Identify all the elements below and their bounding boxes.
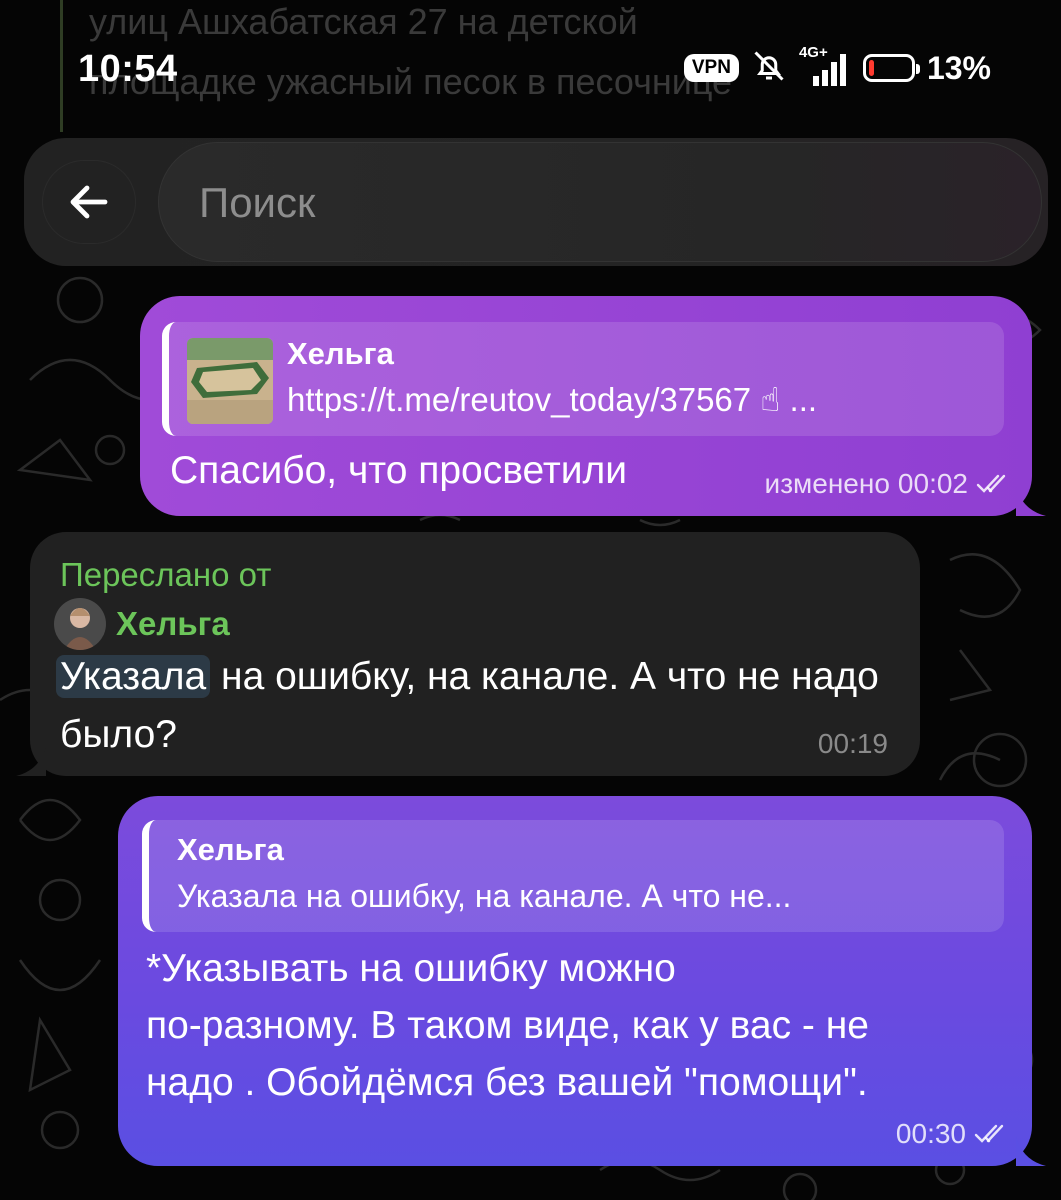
message-line: *Указывать на ошибку можно [146,947,676,990]
reply-author: Хельга [177,832,284,867]
message-time: 00:30 [895,1118,966,1149]
reply-quote[interactable]: Хельга https://t.me/reutov_today/37567 ☝… [162,322,1004,436]
reply-quote[interactable]: Хельга Указала на ошибку, на канале. А ч… [142,820,1004,932]
signal-icon: 4G+ [799,44,851,88]
message-meta: изменено 00:02 [765,468,1012,500]
message-time: 00:19 [817,728,888,759]
reply-text: https://t.me/reutov_today/37567 ☝ ... [287,381,818,418]
message-time: 00:02 [897,468,968,499]
chat-search-bar [24,138,1048,266]
vpn-icon: VPN [683,54,739,82]
message-line: по-разному. В таком виде, как у вас - не [146,1004,869,1047]
incoming-message-bubble[interactable]: Переслано от Хельга Указала на ошибку, н… [16,532,920,776]
status-icons: VPN 4G+ 13% [683,44,991,89]
edited-label: изменено [764,468,890,499]
search-input[interactable] [199,173,959,233]
bell-muted-icon [751,48,787,89]
arrow-left-icon [70,185,108,219]
status-bar: 10:54 VPN 4G+ 13% [0,0,1061,130]
message-line: надо . Обойдёмся без вашей "помощи". [146,1061,868,1104]
message-meta: 00:30 [896,1118,1010,1150]
bubble-tail [16,746,46,776]
search-highlight: Указала [56,655,211,698]
status-time: 10:54 [78,48,178,90]
reply-text: Указала на ошибку, на канале. А что не..… [177,878,792,914]
search-field[interactable] [158,142,1042,262]
message-text: *Указывать на ошибку можно по-разному. В… [146,940,1006,1111]
battery-level-fill [868,60,875,76]
battery-icon [862,54,920,82]
avatar [54,598,106,650]
bubble-tail [1016,1136,1046,1166]
battery-percent: 13% [926,49,991,86]
message-meta: 00:19 [818,728,888,760]
forwarded-label: Переслано от [60,556,272,593]
message-text: Спасибо, что просветили [170,449,628,492]
forwarded-from[interactable]: Хельга [54,598,230,650]
double-check-icon [976,474,1006,493]
bubble-tail [1016,486,1046,516]
reply-thumbnail [187,338,273,424]
forwarded-author: Хельга [116,605,230,642]
message-text: Указала на ошибку, на канале. А что не н… [56,648,900,764]
reply-author: Хельга [287,336,394,371]
back-button[interactable] [42,160,136,244]
outgoing-message-bubble[interactable]: Хельга Указала на ошибку, на канале. А ч… [118,796,1046,1166]
double-check-icon [974,1124,1004,1143]
outgoing-message-bubble[interactable]: Хельга https://t.me/reutov_today/37567 ☝… [140,296,1046,516]
